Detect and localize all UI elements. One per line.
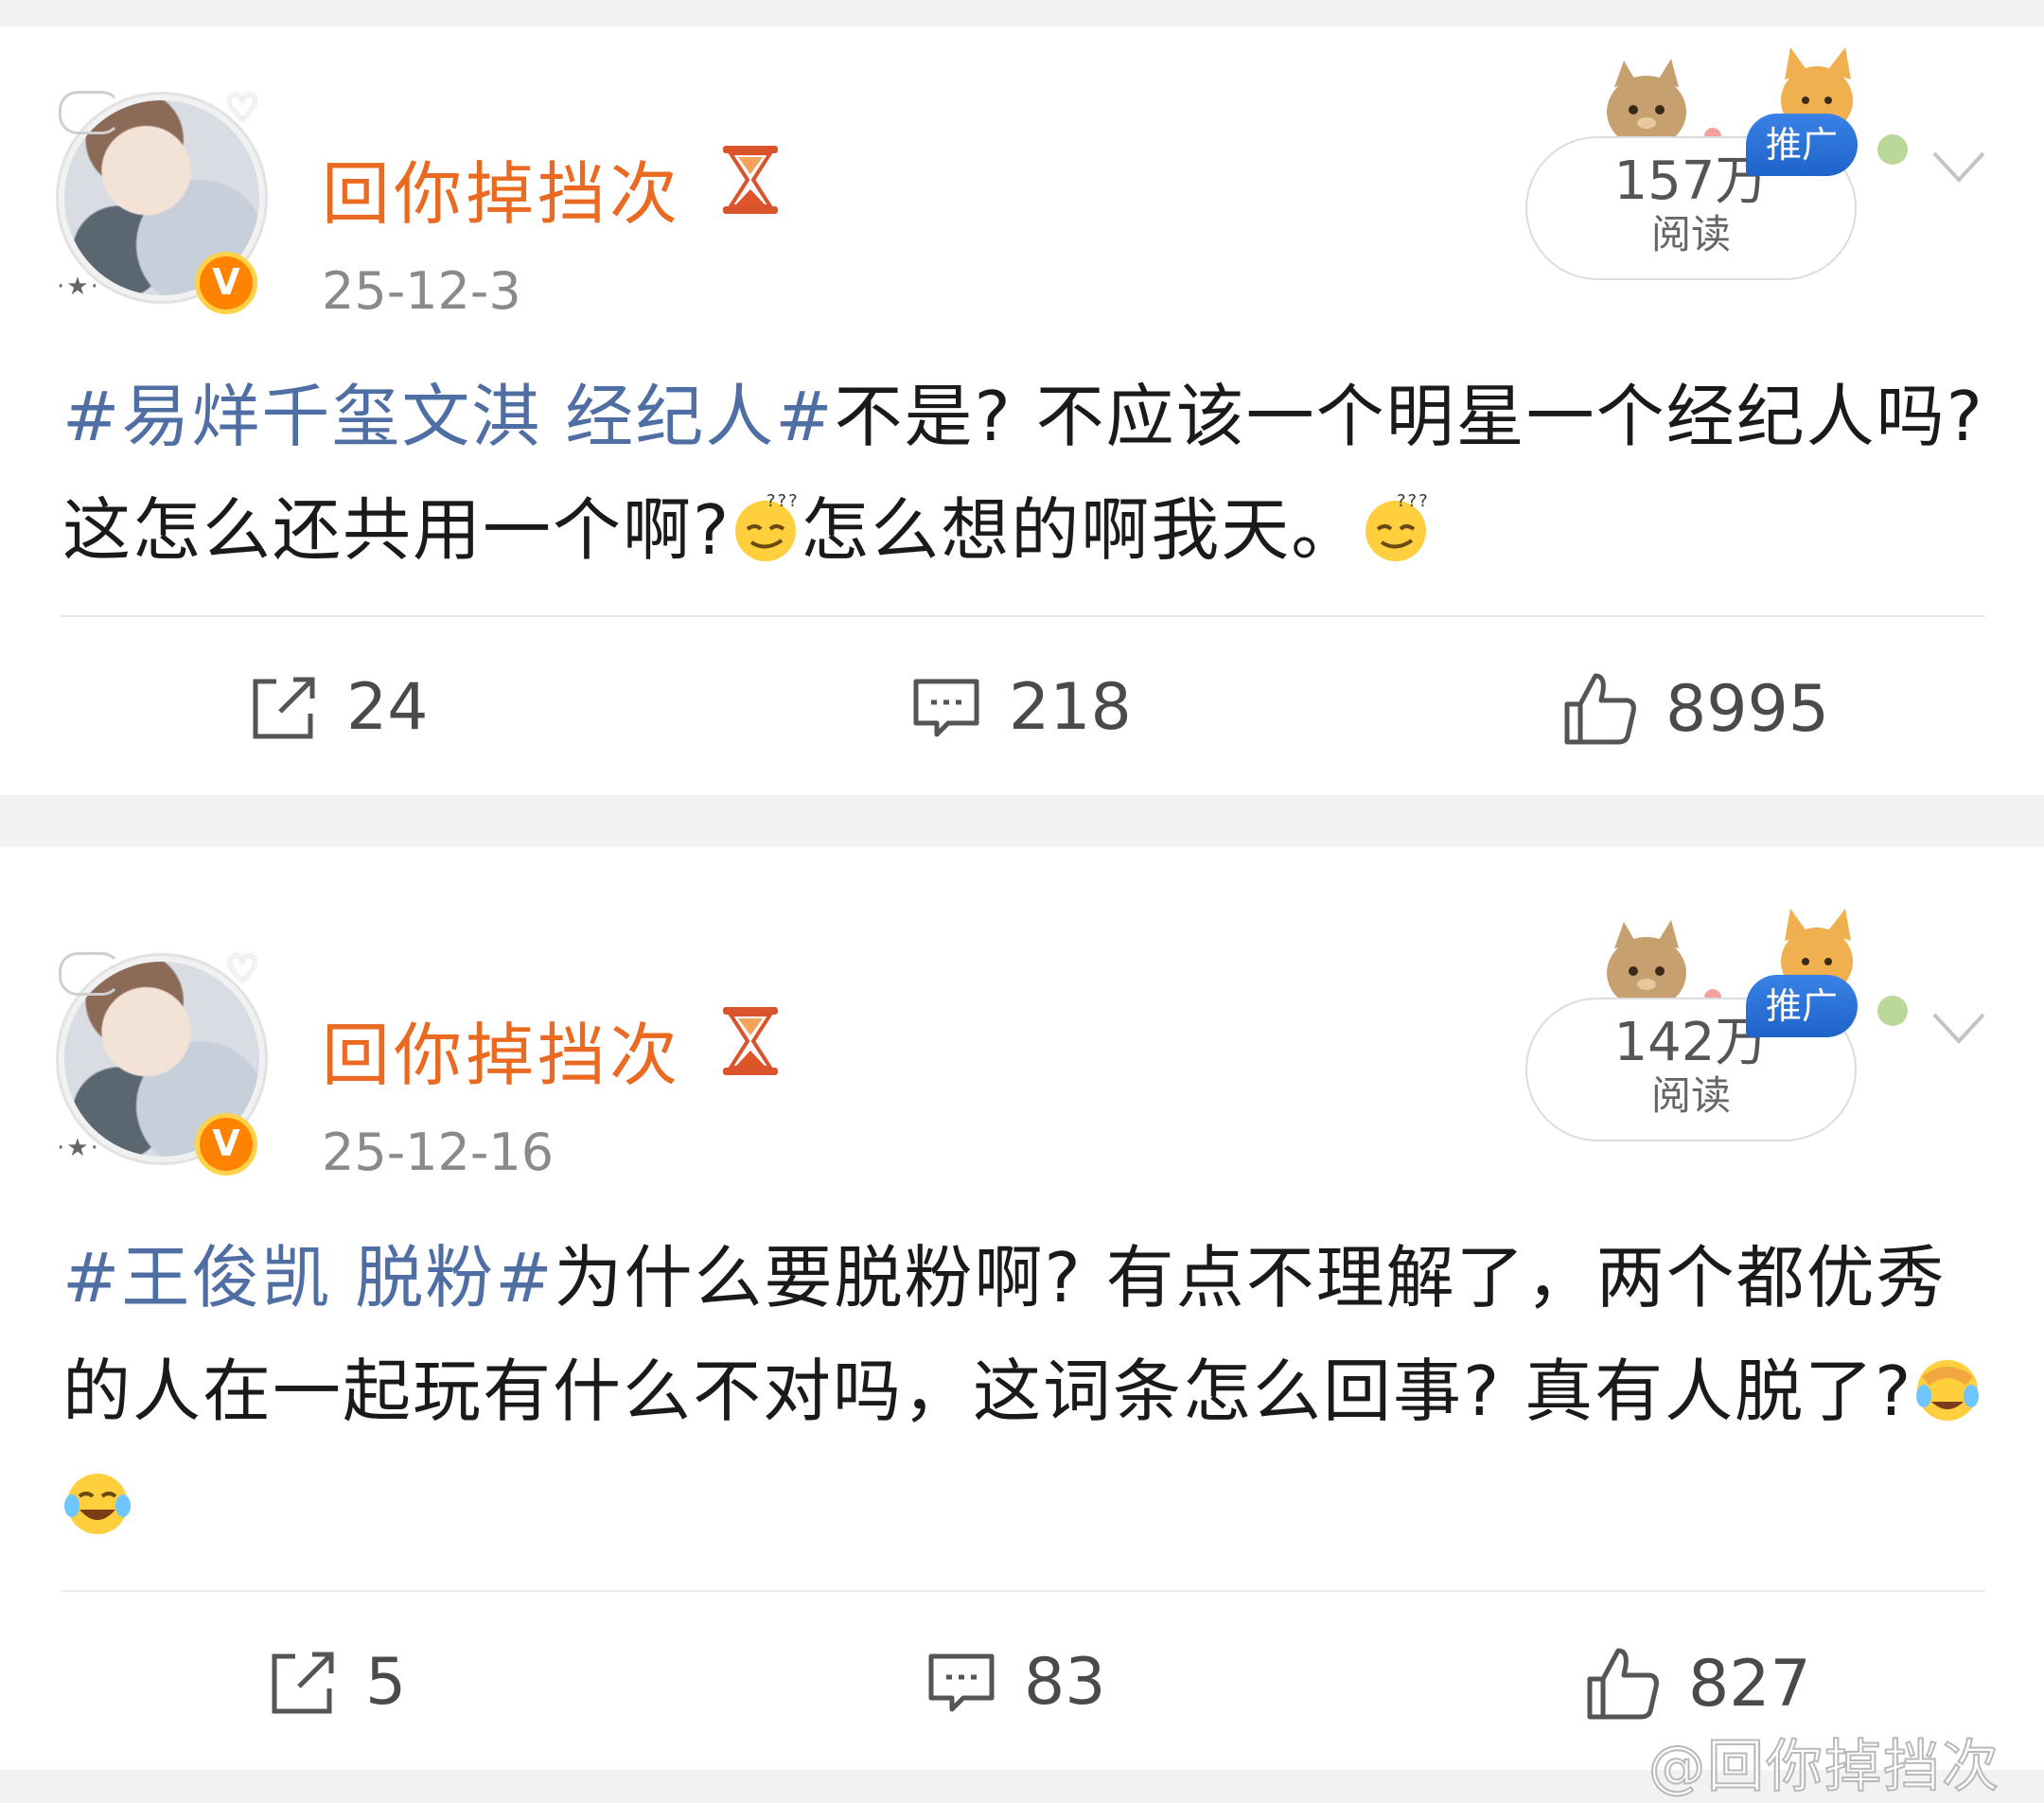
like-button[interactable]: 827: [1584, 1645, 1811, 1723]
divider: [61, 615, 1985, 617]
read-label: 阅读: [1650, 211, 1731, 257]
username[interactable]: 回你掉挡次: [322, 138, 681, 238]
like-button[interactable]: 8995: [1561, 670, 1829, 748]
post-text: #王俊凯 脱粉#为什么要脱粉啊? 有点不理解了，两个都优秀的人在一起玩有什么不对…: [62, 1221, 2002, 1562]
avatar-frame-decoration: [59, 91, 121, 134]
post-text: #易烊千玺文淇 经纪人#不是? 不应该一个明星一个经纪人吗? 这怎么还共用一个啊…: [62, 360, 2002, 587]
promo-badge[interactable]: 推广: [1746, 114, 1858, 176]
star-decoration-icon: ·★·: [57, 273, 100, 301]
thinking-squint-emoji-icon: ???: [1366, 493, 1430, 561]
topic-link[interactable]: #易烊千玺文淇 经纪人#: [62, 377, 835, 456]
username[interactable]: 回你掉挡次: [322, 999, 681, 1099]
thumbs-up-icon: [1564, 673, 1636, 745]
verified-badge-icon: V: [195, 252, 257, 314]
comment-icon: [913, 679, 979, 736]
post-card[interactable]: ♡ ·★· V 回你掉挡次 25-12-16 142万 阅读 推广 #王俊凯 脱…: [0, 888, 2044, 1770]
comment-button[interactable]: 83: [925, 1645, 1106, 1720]
comment-icon: [928, 1653, 995, 1711]
svg-text:???: ???: [1397, 493, 1430, 511]
facepalm-laugh-emoji-icon: [1916, 1360, 1980, 1421]
thumbs-up-icon: [1587, 1648, 1659, 1720]
verified-badge-icon: V: [195, 1113, 257, 1175]
avatar-frame-decoration: [59, 952, 121, 996]
repost-count: 5: [365, 1645, 407, 1720]
svg-text:???: ???: [766, 493, 800, 511]
heart-icon: ♡: [225, 87, 259, 131]
card-gap: [0, 847, 2044, 888]
divider: [61, 1590, 1985, 1592]
post-date: 25-12-3: [322, 261, 521, 321]
chevron-down-icon[interactable]: [1930, 1009, 1987, 1047]
repost-count: 24: [346, 670, 429, 745]
post-card[interactable]: ♡ ·★· V 回你掉挡次 25-12-3 157万 阅读 推广 #易烊千玺文淇…: [0, 27, 2044, 795]
repost-button[interactable]: 24: [248, 670, 429, 745]
hourglass-icon: [723, 1007, 778, 1075]
repost-icon: [253, 677, 315, 738]
like-count: 827: [1688, 1646, 1811, 1722]
post-date: 25-12-16: [322, 1122, 555, 1182]
comment-count: 218: [1009, 670, 1132, 745]
watermark: @回你掉挡次: [1648, 1733, 2000, 1801]
comment-button[interactable]: 218: [910, 670, 1132, 745]
thinking-squint-emoji-icon: ???: [735, 493, 800, 561]
promo-badge[interactable]: 推广: [1746, 975, 1858, 1037]
hourglass-icon: [723, 146, 778, 214]
chevron-down-icon[interactable]: [1930, 148, 1987, 186]
repost-button[interactable]: 5: [267, 1645, 406, 1720]
repost-icon: [272, 1652, 334, 1713]
comment-count: 83: [1024, 1645, 1106, 1720]
star-decoration-icon: ·★·: [57, 1134, 100, 1162]
post-text-body-2: 怎么想的啊我天。: [801, 490, 1362, 570]
topic-link[interactable]: #王俊凯 脱粉#: [62, 1238, 555, 1317]
heart-icon: ♡: [225, 948, 259, 992]
tears-of-joy-emoji-icon: [64, 1474, 131, 1534]
like-count: 8995: [1665, 671, 1830, 747]
read-label: 阅读: [1650, 1072, 1731, 1119]
